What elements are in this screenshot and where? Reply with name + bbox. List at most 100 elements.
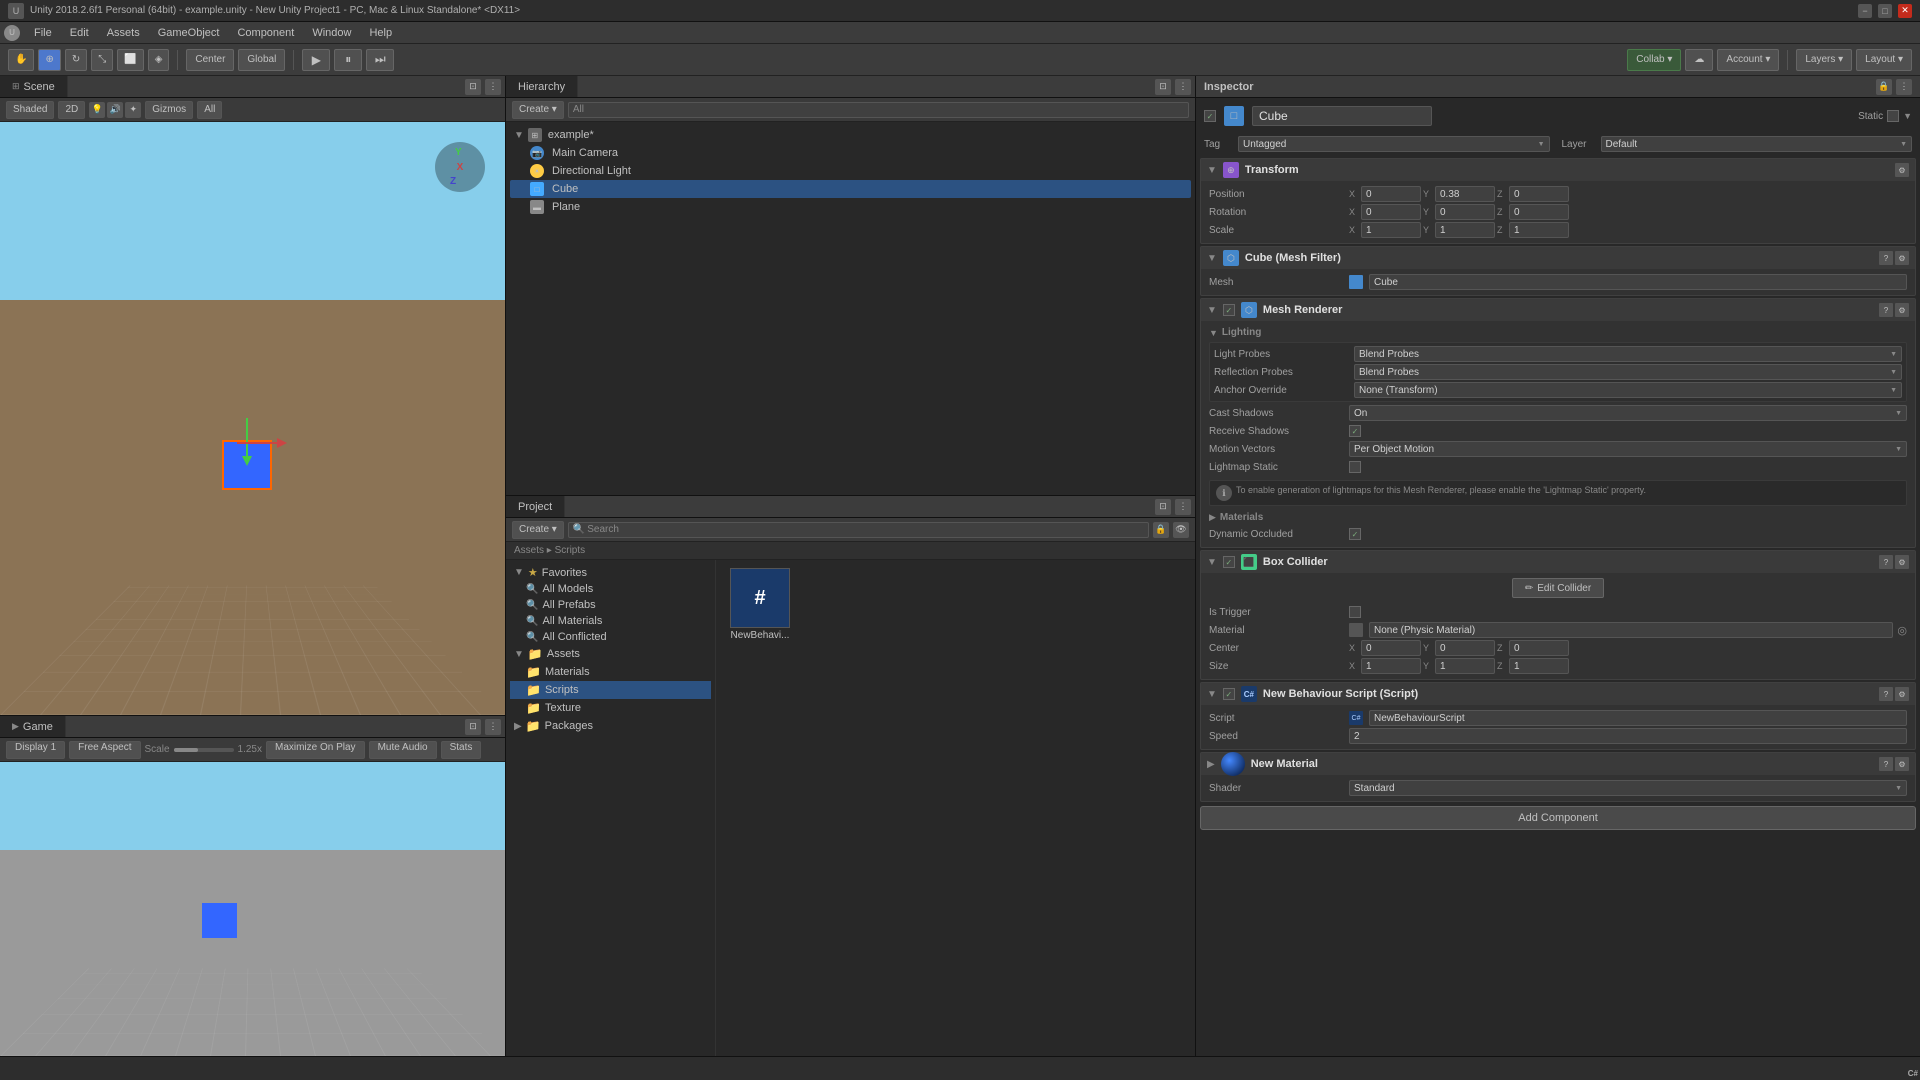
scene-viewport[interactable]: X Y Z: [0, 122, 505, 715]
reflection-probes-dropdown[interactable]: Blend Probes: [1354, 364, 1902, 380]
pause-button[interactable]: ⏸: [334, 49, 362, 71]
lighting-toggle[interactable]: 💡: [89, 102, 105, 118]
rect-tool-button[interactable]: ⬜: [117, 49, 143, 71]
mesh-renderer-help-icon[interactable]: ?: [1879, 303, 1893, 317]
position-z-field[interactable]: 0: [1509, 186, 1569, 202]
transform-tool-button[interactable]: ◈: [148, 49, 170, 71]
new-behaviour-active-checkbox[interactable]: [1223, 688, 1235, 700]
center-x-field[interactable]: 0: [1361, 640, 1421, 656]
script-field[interactable]: NewBehaviourScript: [1369, 710, 1907, 726]
tag-dropdown[interactable]: Untagged: [1238, 136, 1550, 152]
hierarchy-tab[interactable]: Hierarchy: [506, 76, 578, 97]
gizmos-dropdown[interactable]: Gizmos: [145, 101, 193, 119]
transform-settings-icon[interactable]: ⚙: [1895, 163, 1909, 177]
step-button[interactable]: ⏭: [366, 49, 394, 71]
shader-dropdown[interactable]: Standard: [1349, 780, 1907, 796]
game-viewport[interactable]: [0, 762, 505, 1056]
hierarchy-search[interactable]: All: [568, 102, 1189, 118]
collider-material-field[interactable]: None (Physic Material): [1369, 622, 1893, 638]
list-item[interactable]: ☀ Directional Light: [510, 162, 1191, 180]
lighting-section[interactable]: ▼ Lighting: [1209, 325, 1907, 340]
new-material-help-icon[interactable]: ?: [1879, 757, 1893, 771]
layout-dropdown[interactable]: Layout ▾: [1856, 49, 1912, 71]
mesh-renderer-header[interactable]: ▼ ⬡ Mesh Renderer ? ⚙: [1201, 299, 1915, 321]
packages-folder[interactable]: ▶ 📁 Packages: [510, 717, 711, 735]
project-menu-button[interactable]: ⋮: [1175, 499, 1191, 515]
is-trigger-checkbox[interactable]: [1349, 606, 1361, 618]
list-item[interactable]: ▼ ⊞ example*: [510, 126, 1191, 144]
all-prefabs-folder[interactable]: 🔍 All Prefabs: [510, 597, 711, 613]
size-x-field[interactable]: 1: [1361, 658, 1421, 674]
object-name-field[interactable]: [1252, 106, 1432, 126]
lightmap-static-checkbox[interactable]: [1349, 461, 1361, 473]
cloud-button[interactable]: ☁: [1685, 49, 1713, 71]
new-behaviour-settings-icon[interactable]: ⚙: [1895, 687, 1909, 701]
stats-button[interactable]: Stats: [441, 741, 482, 759]
component-menu[interactable]: Component: [229, 25, 302, 41]
mesh-filter-help-icon[interactable]: ?: [1879, 251, 1893, 265]
game-maximize-button[interactable]: ⊡: [465, 719, 481, 735]
speed-field[interactable]: 2: [1349, 728, 1907, 744]
new-material-header[interactable]: ▶ New Material ? ⚙: [1201, 753, 1915, 775]
motion-vectors-dropdown[interactable]: Per Object Motion: [1349, 441, 1907, 457]
all-models-folder[interactable]: 🔍 All Models: [510, 581, 711, 597]
receive-shadows-checkbox[interactable]: [1349, 425, 1361, 437]
scripts-folder[interactable]: 📁 Scripts: [510, 681, 711, 699]
favorites-folder[interactable]: ▼ ★ Favorites: [510, 564, 711, 581]
mute-audio-button[interactable]: Mute Audio: [369, 741, 437, 759]
edit-menu[interactable]: Edit: [62, 25, 97, 41]
center-dropdown[interactable]: Center: [186, 49, 234, 71]
new-behaviour-header[interactable]: ▼ C# New Behaviour Script (Script) ? ⚙: [1201, 683, 1915, 705]
object-active-checkbox[interactable]: [1204, 110, 1216, 122]
assets-menu[interactable]: Assets: [99, 25, 148, 41]
anchor-override-dropdown[interactable]: None (Transform): [1354, 382, 1902, 398]
scale-slider[interactable]: [174, 748, 234, 752]
window-menu[interactable]: Window: [304, 25, 359, 41]
list-item[interactable]: 📷 Main Camera: [510, 144, 1191, 162]
position-x-field[interactable]: 0: [1361, 186, 1421, 202]
dynamic-occluded-checkbox[interactable]: [1349, 528, 1361, 540]
game-tab[interactable]: ▶ Game: [0, 716, 66, 737]
close-button[interactable]: ✕: [1898, 4, 1912, 18]
materials-folder[interactable]: 📁 Materials: [510, 663, 711, 681]
new-material-settings-icon[interactable]: ⚙: [1895, 757, 1909, 771]
mesh-field[interactable]: Cube: [1369, 274, 1907, 290]
project-tab[interactable]: Project: [506, 496, 565, 517]
transform-header[interactable]: ▼ ⊕ Transform ⚙: [1201, 159, 1915, 181]
scene-maximize-button[interactable]: ⊡: [465, 79, 481, 95]
project-lock-button[interactable]: 🔒: [1153, 522, 1169, 538]
display-dropdown[interactable]: Display 1: [6, 741, 65, 759]
play-button[interactable]: ▶: [302, 49, 330, 71]
project-eyedropper-button[interactable]: 👁: [1173, 522, 1189, 538]
layer-dropdown[interactable]: Default: [1601, 136, 1913, 152]
help-menu[interactable]: Help: [361, 25, 400, 41]
hierarchy-create-button[interactable]: Create ▾: [512, 101, 564, 119]
project-search[interactable]: 🔍 Search: [568, 522, 1149, 538]
materials-section[interactable]: ▶ Materials: [1209, 510, 1907, 525]
center-z-field[interactable]: 0: [1509, 640, 1569, 656]
minimize-button[interactable]: −: [1858, 4, 1872, 18]
light-probes-dropdown[interactable]: Blend Probes: [1354, 346, 1902, 362]
inspector-lock-button[interactable]: 🔒: [1876, 79, 1892, 95]
box-collider-settings-icon[interactable]: ⚙: [1895, 555, 1909, 569]
hierarchy-menu-button[interactable]: ⋮: [1175, 79, 1191, 95]
box-collider-help-icon[interactable]: ?: [1879, 555, 1893, 569]
shaded-dropdown[interactable]: Shaded: [6, 101, 54, 119]
scene-menu-button[interactable]: ⋮: [485, 79, 501, 95]
rotation-z-field[interactable]: 0: [1509, 204, 1569, 220]
rotation-y-field[interactable]: 0: [1435, 204, 1495, 220]
mesh-renderer-settings-icon[interactable]: ⚙: [1895, 303, 1909, 317]
global-dropdown[interactable]: Global: [238, 49, 285, 71]
hand-tool-button[interactable]: ✋: [8, 49, 34, 71]
scale-y-field[interactable]: 1: [1435, 222, 1495, 238]
size-z-field[interactable]: 1: [1509, 658, 1569, 674]
box-collider-header[interactable]: ▼ ⬛ Box Collider ? ⚙: [1201, 551, 1915, 573]
mesh-filter-header[interactable]: ▼ ⬡ Cube (Mesh Filter) ? ⚙: [1201, 247, 1915, 269]
mesh-filter-settings-icon[interactable]: ⚙: [1895, 251, 1909, 265]
scale-z-field[interactable]: 1: [1509, 222, 1569, 238]
collab-button[interactable]: Collab ▾: [1627, 49, 1681, 71]
game-menu-button[interactable]: ⋮: [485, 719, 501, 735]
list-item[interactable]: # C# NewBehavi...: [720, 564, 800, 645]
file-menu[interactable]: File: [26, 25, 60, 41]
list-item[interactable]: ▬ Plane: [510, 198, 1191, 216]
